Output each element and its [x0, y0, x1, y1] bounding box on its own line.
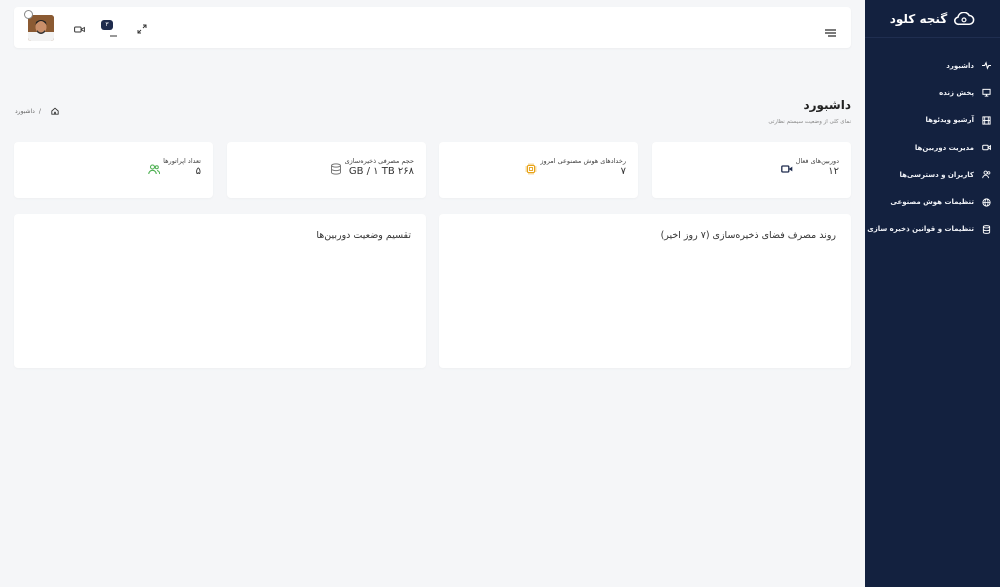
database-icon: [980, 223, 992, 235]
stat-value: ۷: [620, 166, 626, 177]
globe-icon: [980, 196, 992, 208]
stat-value: GB / ۱ TB ۲۶۸: [348, 166, 414, 177]
monitor-icon: [980, 87, 992, 99]
video-icon: [980, 142, 992, 154]
sidebar-item-label: کاربران و دسترسی‌ها: [899, 170, 974, 179]
sidebar-item-storage-settings[interactable]: تنظیمات و قوانین ذخیره سازی: [865, 216, 1000, 243]
storage-trend-chart-card: روند مصرف فضای ذخیره‌سازی (۷ روز اخیر): [439, 214, 851, 368]
breadcrumb-current: داشبورد: [15, 107, 35, 115]
users-icon: [980, 169, 992, 181]
sidebar-item-cameras[interactable]: مدیریت دوربین‌ها: [865, 134, 1000, 161]
sidebar-item-dashboard[interactable]: داشبورد: [865, 52, 1000, 79]
sidebar-item-label: تنظیمات هوش مصنوعی: [890, 198, 974, 207]
breadcrumb-separator: /: [38, 107, 41, 115]
avatar[interactable]: [28, 15, 54, 41]
sidebar: گنجه کلود داشبورد پخش زنده آرشیو ویدئوها…: [865, 0, 1000, 587]
video-icon: [780, 165, 792, 173]
stat-label: حجم مصرفی ذخیره‌سازی: [344, 157, 414, 165]
breadcrumb: داشبورد /: [15, 107, 59, 115]
stat-value: ۱۲: [828, 166, 839, 177]
page-subtitle: نمای کلی از وضعیت سیستم نظارتی: [768, 119, 851, 125]
activity-icon: [980, 60, 992, 72]
cloud-logo-icon: [954, 11, 975, 25]
sidebar-item-users[interactable]: کاربران و دسترسی‌ها: [865, 161, 1000, 188]
camera-icon[interactable]: [72, 22, 86, 36]
brand-name: گنجه کلود: [889, 11, 948, 26]
user-photo-icon: [28, 15, 54, 41]
menu-toggle-icon[interactable]: [823, 26, 837, 40]
cpu-icon: [525, 163, 537, 175]
film-icon: [980, 114, 992, 126]
status-badge: [24, 10, 33, 19]
bell-icon[interactable]: [106, 26, 120, 40]
stat-card-operators: تعداد اپراتورها ۵: [14, 142, 213, 198]
stat-label: رخدادهای هوش مصنوعی امروز: [540, 157, 626, 165]
sidebar-nav: داشبورد پخش زنده آرشیو ویدئوها مدیریت دو…: [865, 52, 1000, 243]
stat-label: دوربین‌های فعال: [795, 157, 839, 165]
sidebar-item-label: پخش زنده: [939, 88, 974, 97]
brand[interactable]: گنجه کلود: [865, 0, 1000, 38]
topbar: ۳: [14, 7, 851, 48]
stat-label: تعداد اپراتورها: [163, 157, 201, 165]
camera-status-chart-card: تقسیم وضعیت دوربین‌ها: [14, 214, 426, 368]
sidebar-item-label: آرشیو ویدئوها: [925, 116, 974, 125]
chart-title: تقسیم وضعیت دوربین‌ها: [316, 230, 411, 241]
sidebar-item-label: داشبورد: [946, 61, 974, 70]
sidebar-item-label: مدیریت دوربین‌ها: [914, 143, 974, 152]
users-icon: [148, 164, 161, 175]
stat-card-ai-events: رخدادهای هوش مصنوعی امروز ۷: [439, 142, 638, 198]
fullscreen-icon[interactable]: [135, 22, 149, 36]
stat-card-active-cameras: دوربین‌های فعال ۱۲: [652, 142, 851, 198]
page-title: داشبورد: [803, 98, 851, 112]
home-icon[interactable]: [51, 107, 59, 115]
sidebar-item-ai-settings[interactable]: تنظیمات هوش مصنوعی: [865, 188, 1000, 215]
stat-value: ۵: [195, 166, 201, 177]
stat-card-storage: حجم مصرفی ذخیره‌سازی GB / ۱ TB ۲۶۸: [227, 142, 426, 198]
chart-title: روند مصرف فضای ذخیره‌سازی (۷ روز اخیر): [660, 230, 836, 241]
sidebar-item-label: تنظیمات و قوانین ذخیره سازی: [867, 225, 974, 234]
sidebar-item-archive[interactable]: آرشیو ویدئوها: [865, 107, 1000, 134]
sidebar-item-live[interactable]: پخش زنده: [865, 79, 1000, 106]
database-icon: [330, 163, 341, 175]
